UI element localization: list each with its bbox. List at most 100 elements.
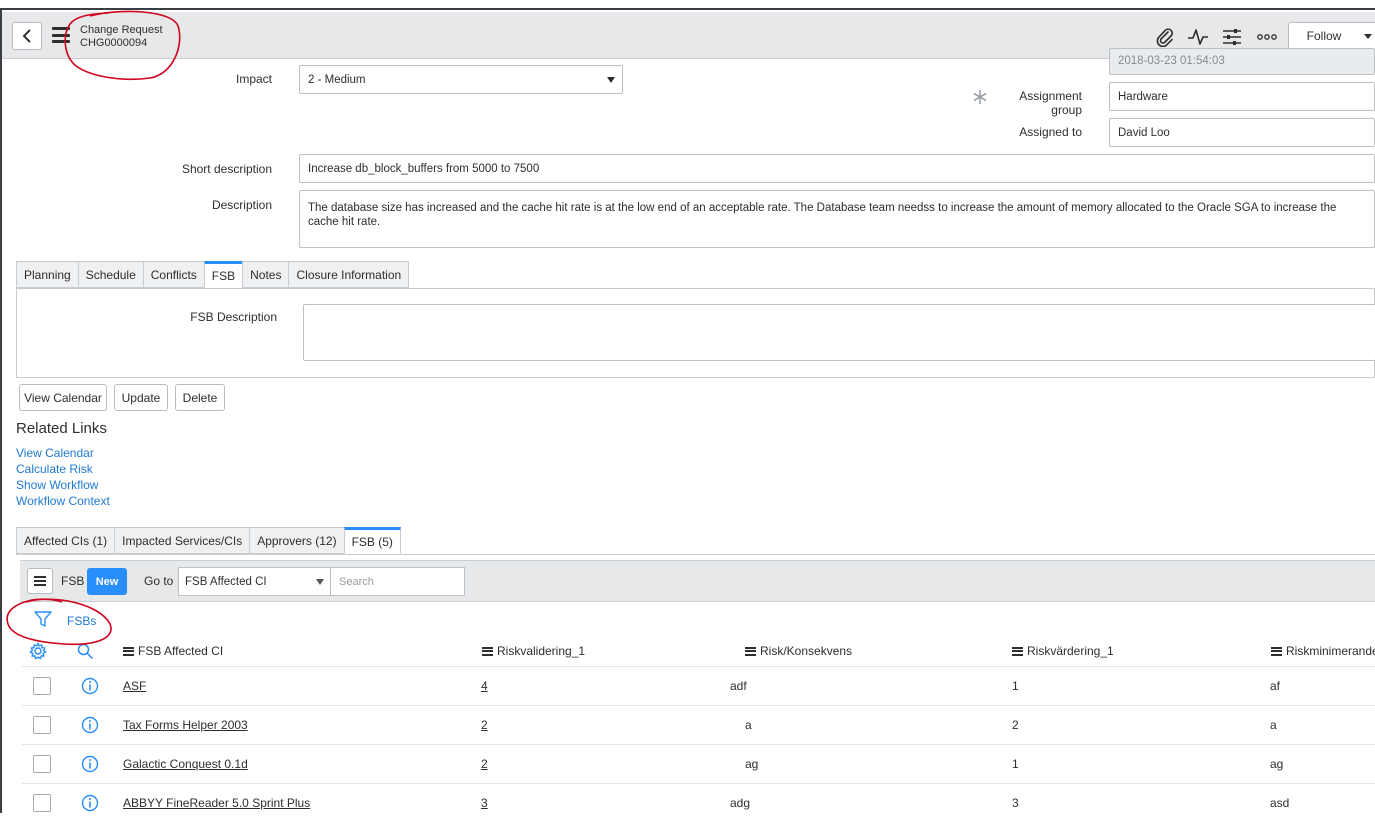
info-icon[interactable] xyxy=(81,755,99,773)
cell-riskvardering: 3 xyxy=(1012,796,1019,810)
related-list-tabs: Affected CIs (1) Impacted Services/CIs A… xyxy=(16,527,401,554)
paperclip-icon[interactable] xyxy=(1154,26,1176,48)
column-header-riskvardering[interactable]: Riskvärdering_1 xyxy=(1012,644,1114,658)
list-search-toggle-icon[interactable] xyxy=(76,642,94,660)
row-checkbox[interactable] xyxy=(33,755,51,773)
select-caret-icon xyxy=(607,77,615,83)
description-value: The database size has increased and the … xyxy=(308,202,1337,228)
column-header-risk-konsekvens[interactable]: Risk/Konsekvens xyxy=(745,644,852,658)
fsb-tab-panel: FSB Description xyxy=(16,288,1375,378)
assignment-group-field[interactable]: Hardware xyxy=(1109,82,1375,111)
column-header-riskvalidering[interactable]: Riskvalidering_1 xyxy=(482,644,585,658)
cell-riskvardering: 2 xyxy=(1012,718,1019,732)
row-checkbox[interactable] xyxy=(33,677,51,695)
cell-riskvalidering[interactable]: 3 xyxy=(481,796,488,810)
impact-value: 2 - Medium xyxy=(308,73,366,86)
short-description-field[interactable]: Increase db_block_buffers from 5000 to 7… xyxy=(299,154,1375,183)
record-title: Change Request CHG0000094 xyxy=(80,24,163,50)
link-calculate-risk[interactable]: Calculate Risk xyxy=(16,462,93,476)
list-context-menu-icon[interactable] xyxy=(27,568,53,594)
assigned-to-value: David Loo xyxy=(1118,126,1170,139)
hamburger-menu-icon[interactable] xyxy=(52,27,70,43)
goto-label: Go to xyxy=(144,574,174,588)
cell-fsb-affected-ci[interactable]: ABBYY FineReader 5.0 Sprint Plus xyxy=(123,796,310,810)
tab-affected-cis[interactable]: Affected CIs (1) xyxy=(16,527,115,554)
column-menu-icon[interactable] xyxy=(745,646,756,656)
cell-riskvardering: 1 xyxy=(1012,757,1019,771)
column-menu-icon[interactable] xyxy=(1271,646,1282,656)
assigned-to-field[interactable]: David Loo xyxy=(1109,118,1375,147)
cell-riskvalidering[interactable]: 4 xyxy=(481,679,488,693)
column-header-riskminimerande[interactable]: Riskminimerande xyxy=(1271,644,1375,658)
follow-dropdown-caret-icon[interactable] xyxy=(1359,22,1375,50)
more-options-icon[interactable] xyxy=(1256,26,1278,48)
delete-button[interactable]: Delete xyxy=(175,384,225,411)
window-left-edge xyxy=(0,10,2,813)
cell-fsb-affected-ci[interactable]: Tax Forms Helper 2003 xyxy=(123,718,248,732)
activity-pulse-icon[interactable] xyxy=(1187,26,1209,48)
tab-schedule[interactable]: Schedule xyxy=(77,261,143,288)
link-workflow-context[interactable]: Workflow Context xyxy=(16,494,110,508)
tab-closure-information[interactable]: Closure Information xyxy=(288,261,410,288)
tab-fsb[interactable]: FSB xyxy=(203,261,243,288)
tab-planning[interactable]: Planning xyxy=(16,261,78,288)
cell-riskvalidering[interactable]: 2 xyxy=(481,757,488,771)
form-title: Change Request xyxy=(80,24,163,36)
table-row: ABBYY FineReader 5.0 Sprint Plus 3 adg 3… xyxy=(22,783,1375,822)
select-caret-icon xyxy=(316,579,324,585)
impact-label: Impact xyxy=(235,72,272,86)
info-icon[interactable] xyxy=(81,677,99,695)
new-button[interactable]: New xyxy=(87,568,127,595)
mandatory-asterisk-icon xyxy=(972,89,988,105)
settings-sliders-icon[interactable] xyxy=(1221,26,1243,48)
filter-funnel-icon[interactable] xyxy=(34,610,52,628)
list-controls: FSB New Go to FSB Affected CI Search xyxy=(20,560,1375,602)
cell-riskvalidering[interactable]: 2 xyxy=(481,718,488,732)
cell-fsb-affected-ci[interactable]: Galactic Conquest 0.1d xyxy=(123,757,248,771)
list-search-input[interactable]: Search xyxy=(330,567,465,596)
row-checkbox[interactable] xyxy=(33,716,51,734)
short-description-value: Increase db_block_buffers from 5000 to 7… xyxy=(308,162,540,175)
fsb-description-label: FSB Description xyxy=(190,310,277,324)
window-top-edge xyxy=(0,0,1375,10)
record-number: CHG0000094 xyxy=(80,37,148,49)
cell-risk-konsekvens: ag xyxy=(745,757,759,771)
description-field[interactable]: The database size has increased and the … xyxy=(299,190,1375,248)
tab-fsb-list[interactable]: FSB (5) xyxy=(343,527,401,554)
cell-riskvardering: 1 xyxy=(1012,679,1019,693)
form-section-tabs: Planning Schedule Conflicts FSB Notes Cl… xyxy=(16,261,410,288)
tab-notes[interactable]: Notes xyxy=(242,261,289,288)
update-button[interactable]: Update xyxy=(114,384,168,411)
info-icon[interactable] xyxy=(81,794,99,812)
column-menu-icon[interactable] xyxy=(123,646,134,656)
table-row: Galactic Conquest 0.1d 2 ag 1 ag xyxy=(22,744,1375,783)
column-header-fsb-affected-ci[interactable]: FSB Affected CI xyxy=(123,644,223,658)
info-icon[interactable] xyxy=(81,716,99,734)
link-show-workflow[interactable]: Show Workflow xyxy=(16,478,98,492)
list-personalize-gear-icon[interactable] xyxy=(29,641,47,660)
assignment-group-value: Hardware xyxy=(1118,90,1168,103)
goto-field-select[interactable]: FSB Affected CI xyxy=(178,567,331,596)
link-view-calendar[interactable]: View Calendar xyxy=(16,446,94,460)
short-description-label: Short description xyxy=(181,162,272,176)
column-header-label: FSB Affected CI xyxy=(138,644,224,658)
cell-risk-konsekvens: a xyxy=(745,718,752,732)
tab-conflicts[interactable]: Conflicts xyxy=(142,261,204,288)
view-calendar-button[interactable]: View Calendar xyxy=(19,384,107,411)
list-table-label: FSB xyxy=(61,574,85,588)
column-header-label: Risk/Konsekvens xyxy=(760,644,853,658)
row-checkbox[interactable] xyxy=(33,794,51,812)
breadcrumb-fsbs[interactable]: FSBs xyxy=(67,614,96,628)
column-menu-icon[interactable] xyxy=(1012,646,1023,656)
cell-riskminimerande: af xyxy=(1270,679,1281,693)
follow-button[interactable]: Follow xyxy=(1288,22,1360,50)
annotation-circle-breadcrumb xyxy=(6,598,112,646)
table-row: ASF 4 adf 1 af xyxy=(22,666,1375,705)
impact-select[interactable]: 2 - Medium xyxy=(299,65,623,94)
fsb-description-field[interactable] xyxy=(303,304,1375,361)
tab-impacted-services[interactable]: Impacted Services/CIs xyxy=(114,527,250,554)
cell-fsb-affected-ci[interactable]: ASF xyxy=(123,679,146,693)
column-menu-icon[interactable] xyxy=(482,646,493,656)
back-button[interactable] xyxy=(12,22,42,50)
tab-approvers[interactable]: Approvers (12) xyxy=(249,527,344,554)
